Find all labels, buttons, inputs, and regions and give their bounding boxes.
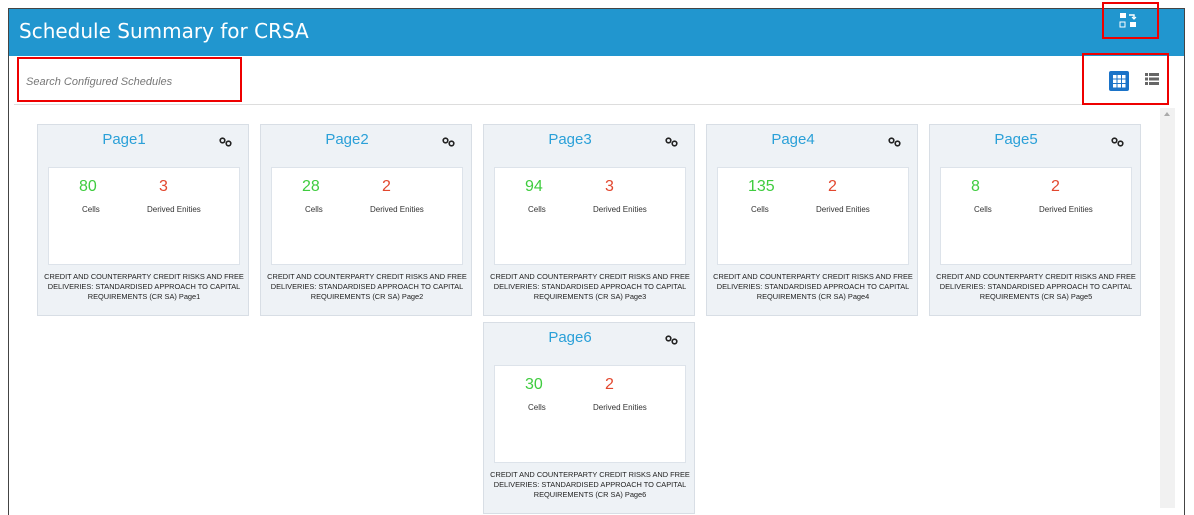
scroll-up-icon[interactable] [1164,112,1170,116]
page-title: Schedule Summary for CRSA [19,19,309,43]
card-title[interactable]: Page5 [930,131,1102,148]
search-input[interactable] [24,69,238,95]
derived-count: 2 [828,178,837,195]
schedule-card[interactable]: Page1 80 3 Cells Derived Enities CREDIT … [37,124,249,316]
derived-label: Derived Enities [593,205,647,214]
derived-label: Derived Enities [370,205,424,214]
scrollbar[interactable] [1160,108,1175,508]
cells-count: 8 [971,178,980,195]
cells-label: Cells [528,403,546,412]
link-icon[interactable] [665,335,678,345]
card-description: CREDIT AND COUNTERPARTY CREDIT RISKS AND… [936,272,1136,301]
card-title[interactable]: Page2 [261,131,433,148]
cells-count: 80 [79,178,97,195]
card-title[interactable]: Page4 [707,131,879,148]
card-stats: 80 3 Cells Derived Enities [48,167,240,265]
cells-label: Cells [974,205,992,214]
schedule-card[interactable]: Page4 135 2 Cells Derived Enities CREDIT… [706,124,918,316]
card-description: CREDIT AND COUNTERPARTY CREDIT RISKS AND… [490,470,690,499]
schedule-card[interactable]: Page2 28 2 Cells Derived Enities CREDIT … [260,124,472,316]
cells-label: Cells [82,205,100,214]
derived-label: Derived Enities [593,403,647,412]
derived-count: 3 [605,178,614,195]
derived-label: Derived Enities [147,205,201,214]
grid-view-button[interactable] [1109,71,1129,91]
schedule-card[interactable]: Page3 94 3 Cells Derived Enities CREDIT … [483,124,695,316]
link-icon[interactable] [442,137,455,147]
cells-count: 30 [525,376,543,393]
cells-count: 28 [302,178,320,195]
grid-view-icon [1113,75,1126,88]
card-title[interactable]: Page3 [484,131,656,148]
link-icon[interactable] [1111,137,1124,147]
cells-label: Cells [528,205,546,214]
card-title[interactable]: Page1 [38,131,210,148]
card-stats: 28 2 Cells Derived Enities [271,167,463,265]
derived-count: 2 [382,178,391,195]
derived-label: Derived Enities [1039,205,1093,214]
card-description: CREDIT AND COUNTERPARTY CREDIT RISKS AND… [267,272,467,301]
card-description: CREDIT AND COUNTERPARTY CREDIT RISKS AND… [713,272,913,301]
derived-label: Derived Enities [816,205,870,214]
schedule-card[interactable]: Page5 8 2 Cells Derived Enities CREDIT A… [929,124,1141,316]
mapping-icon[interactable] [1119,12,1137,28]
cells-label: Cells [305,205,323,214]
link-icon[interactable] [219,137,232,147]
derived-count: 2 [1051,178,1060,195]
cells-count: 135 [748,178,775,195]
card-description: CREDIT AND COUNTERPARTY CREDIT RISKS AND… [490,272,690,301]
list-view-icon[interactable] [1145,72,1159,86]
card-stats: 135 2 Cells Derived Enities [717,167,909,265]
link-icon[interactable] [665,137,678,147]
card-stats: 8 2 Cells Derived Enities [940,167,1132,265]
derived-count: 3 [159,178,168,195]
schedule-card[interactable]: Page6 30 2 Cells Derived Enities CREDIT … [483,322,695,514]
derived-count: 2 [605,376,614,393]
card-stats: 30 2 Cells Derived Enities [494,365,686,463]
divider [14,104,1164,105]
cells-count: 94 [525,178,543,195]
card-description: CREDIT AND COUNTERPARTY CREDIT RISKS AND… [44,272,244,301]
cells-label: Cells [751,205,769,214]
link-icon[interactable] [888,137,901,147]
card-stats: 94 3 Cells Derived Enities [494,167,686,265]
card-title[interactable]: Page6 [484,329,656,346]
header-bar: Schedule Summary for CRSA [9,9,1184,56]
